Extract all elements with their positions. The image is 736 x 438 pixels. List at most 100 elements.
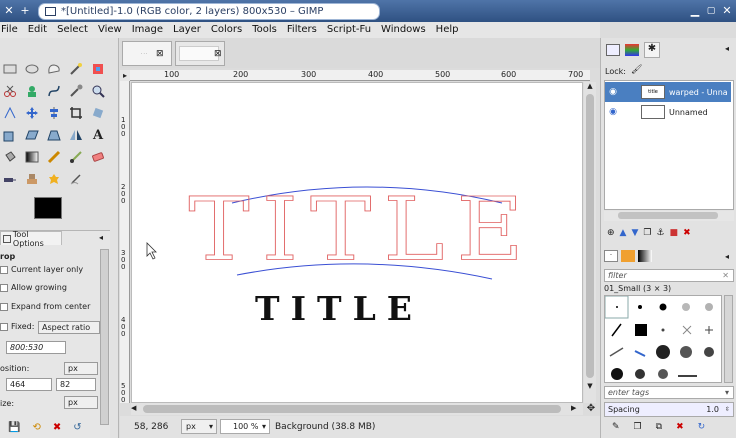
menu-tools[interactable]: Tools	[247, 22, 282, 38]
layer-row-warped[interactable]: ◉ title warped - Unna	[605, 82, 731, 102]
airbrush-icon[interactable]	[0, 170, 20, 188]
layer-mask-icon[interactable]: ■	[670, 228, 679, 242]
scale-icon[interactable]	[0, 126, 20, 144]
fixed-option[interactable]: Fixed:	[0, 322, 34, 331]
layer-visibility-eye-icon[interactable]: ◉	[605, 107, 621, 117]
bucket-fill-icon[interactable]	[0, 148, 20, 166]
free-select-icon[interactable]	[44, 60, 64, 78]
layer-row-unnamed[interactable]: ◉ Unnamed	[605, 102, 731, 122]
size-unit-select[interactable]: px	[64, 396, 98, 409]
smudge-icon[interactable]	[66, 170, 86, 188]
fuzzy-select-icon[interactable]	[66, 60, 86, 78]
brushes-menu-icon[interactable]: ◂	[725, 252, 729, 261]
expand-from-center-checkbox[interactable]	[0, 302, 8, 311]
flip-icon[interactable]	[66, 126, 86, 144]
measure-icon[interactable]	[0, 104, 20, 122]
horizontal-scrollbar[interactable]: ◀ ▶	[131, 403, 583, 415]
menu-edit[interactable]: Edit	[23, 22, 52, 38]
scroll-down-icon[interactable]: ▼	[585, 382, 595, 392]
align-icon[interactable]	[44, 104, 64, 122]
new-brush-icon[interactable]: ❐	[634, 422, 642, 436]
tab-tool-options[interactable]: Tool Options	[0, 230, 62, 248]
close-tab-1-icon[interactable]: ⊠	[156, 49, 164, 59]
current-layer-only-checkbox[interactable]	[0, 265, 8, 274]
zoom-icon[interactable]	[88, 82, 108, 100]
eraser-icon[interactable]	[88, 148, 108, 166]
save-options-icon[interactable]: 💾	[8, 422, 20, 433]
brush-tags-input[interactable]: enter tags ▾	[604, 386, 734, 399]
gradients-tab-icon[interactable]	[638, 250, 652, 262]
text-tool-icon[interactable]: A	[88, 126, 108, 144]
edit-brush-icon[interactable]: ✎	[612, 422, 620, 436]
navigate-icon[interactable]: ✥	[585, 403, 597, 415]
brush-grid[interactable]	[604, 295, 722, 383]
vertical-scroll-thumb[interactable]	[586, 94, 594, 378]
foreground-color-swatch[interactable]	[34, 197, 62, 219]
paintbrush-icon[interactable]	[66, 148, 86, 166]
layer-visibility-eye-icon[interactable]: ◉	[605, 87, 621, 97]
ellipse-select-icon[interactable]	[22, 60, 42, 78]
raise-layer-icon[interactable]: ▲	[620, 228, 627, 242]
menu-windows[interactable]: Windows	[376, 22, 431, 38]
image-canvas[interactable]: TITLE TITLE	[131, 82, 583, 403]
color-picker-icon[interactable]	[66, 82, 86, 100]
menu-select[interactable]: Select	[52, 22, 93, 38]
brushes-tab-icon[interactable]: ·	[604, 250, 618, 262]
restore-options-icon[interactable]: ⟲	[32, 422, 40, 433]
minimize-button[interactable]: ▁	[688, 4, 702, 18]
expand-from-center-option[interactable]: Expand from center	[0, 302, 90, 311]
lock-alpha-icon[interactable]: 🖌	[631, 65, 642, 75]
delete-brush-icon[interactable]: ✖	[676, 422, 684, 436]
scroll-left-icon[interactable]: ◀	[131, 404, 141, 414]
fixed-mode-select[interactable]: Aspect ratio	[38, 321, 100, 334]
clone-icon[interactable]	[22, 170, 42, 188]
ruler-corner[interactable]: ▸	[120, 70, 130, 81]
rect-select-icon[interactable]	[0, 60, 20, 78]
menu-colors[interactable]: Colors	[206, 22, 247, 38]
patterns-tab-icon[interactable]	[621, 250, 635, 262]
paths-tab-icon[interactable]: ✱	[644, 42, 660, 58]
heal-icon[interactable]	[44, 170, 64, 188]
brush-grid-scrollbar[interactable]	[724, 295, 733, 383]
duplicate-brush-icon[interactable]: ⧉	[656, 422, 662, 436]
select-by-color-icon[interactable]	[88, 60, 108, 78]
channels-tab-icon[interactable]	[625, 44, 639, 56]
allow-growing-option[interactable]: Allow growing	[0, 283, 67, 292]
aspect-ratio-field[interactable]: 800:530	[6, 341, 66, 354]
blend-icon[interactable]	[22, 148, 42, 166]
panel-menu-icon[interactable]: ◂	[99, 233, 103, 242]
duplicate-layer-icon[interactable]: ❐	[643, 228, 651, 242]
menu-file[interactable]: File	[0, 22, 23, 38]
position-unit-select[interactable]: px	[64, 362, 98, 375]
image-tab-1[interactable]: · · ·	[122, 41, 172, 66]
lower-layer-icon[interactable]: ▼	[631, 228, 638, 242]
menu-script-fu[interactable]: Script-Fu	[322, 22, 376, 38]
position-y-field[interactable]: 82	[56, 378, 96, 391]
menu-image[interactable]: Image	[127, 22, 168, 38]
position-x-field[interactable]: 464	[6, 378, 52, 391]
tool-options-scrollbar[interactable]	[100, 249, 109, 425]
fixed-checkbox[interactable]	[0, 322, 8, 331]
brush-filter-input[interactable]: filter ✕	[604, 269, 734, 282]
layers-hscroll[interactable]	[604, 211, 734, 221]
anchor-layer-icon[interactable]: ⚓	[656, 228, 664, 242]
rotate-icon[interactable]	[88, 104, 108, 122]
close-tab-2-icon[interactable]: ⊠	[214, 49, 222, 59]
perspective-icon[interactable]	[44, 126, 64, 144]
spacing-spin-icon[interactable]: ⇳	[725, 403, 730, 416]
reset-options-icon[interactable]: ↺	[73, 422, 81, 433]
spacing-slider[interactable]: Spacing 1.0 ⇳	[604, 402, 734, 417]
vertical-scrollbar[interactable]: ▲ ▼	[584, 82, 596, 403]
scissors-icon[interactable]	[0, 82, 20, 100]
new-window-icon[interactable]: +	[18, 4, 32, 18]
menu-help[interactable]: Help	[431, 22, 464, 38]
delete-options-icon[interactable]: ✖	[53, 422, 61, 433]
allow-growing-checkbox[interactable]	[0, 283, 8, 292]
dock-menu-icon[interactable]: ◂	[725, 44, 729, 53]
maximize-button[interactable]: ▢	[704, 4, 718, 18]
scroll-right-icon[interactable]: ▶	[571, 404, 581, 414]
scroll-up-icon[interactable]: ▲	[585, 82, 595, 92]
move-icon[interactable]	[22, 104, 42, 122]
crop-icon[interactable]	[66, 104, 86, 122]
paths-icon[interactable]	[44, 82, 64, 100]
